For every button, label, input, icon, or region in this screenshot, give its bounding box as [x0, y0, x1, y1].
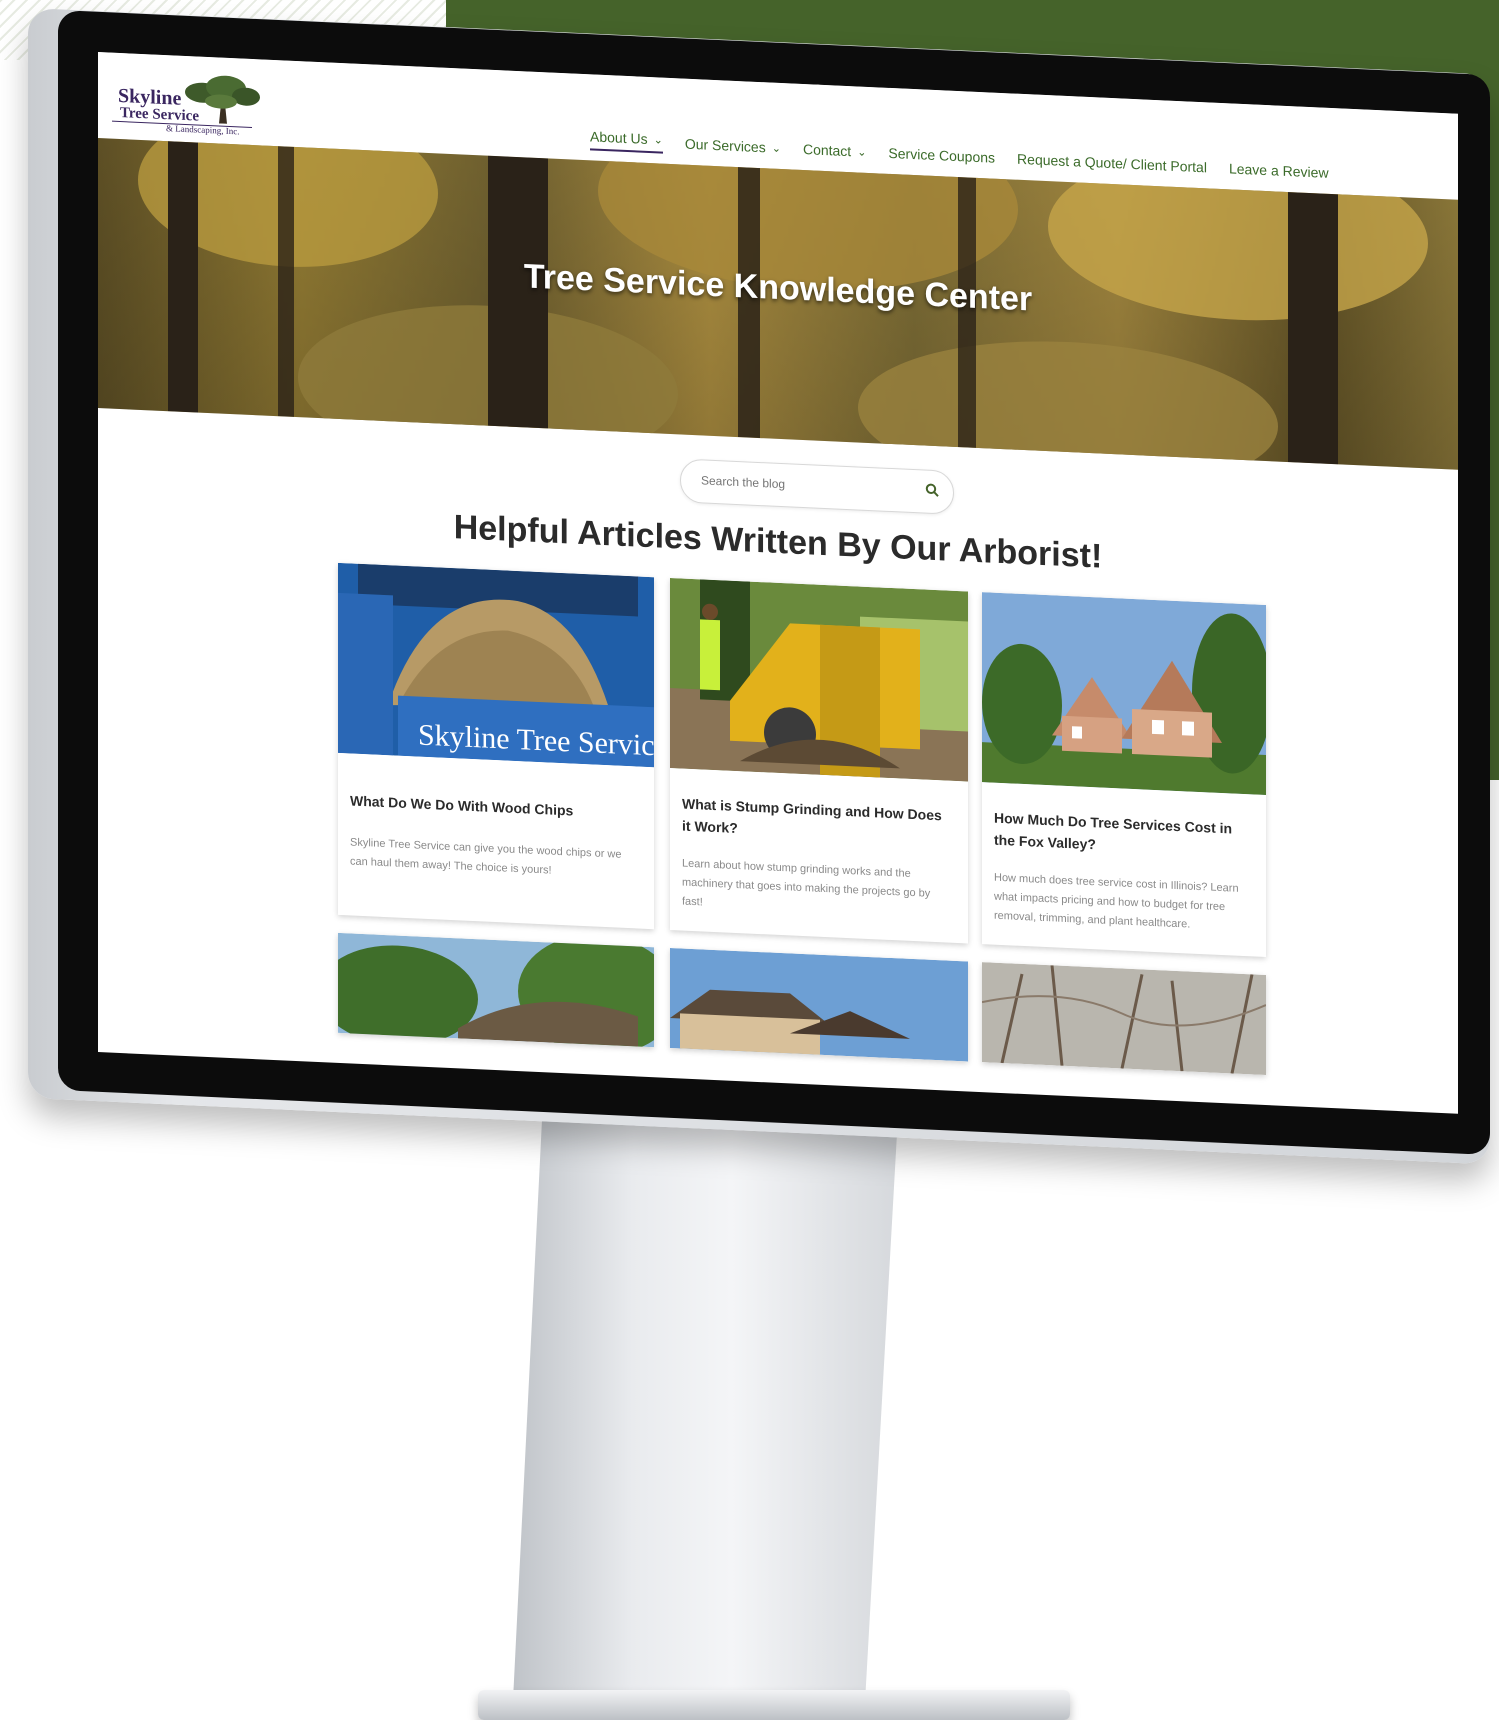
- article-card-image-partial[interactable]: [982, 962, 1266, 1076]
- card-title[interactable]: What is Stump Grinding and How Does it W…: [682, 793, 954, 849]
- card-image-wood-chips: Skyline Tree Service: [338, 562, 654, 768]
- article-card[interactable]: Skyline Tree Service What Do We Do With …: [338, 562, 654, 930]
- article-card-image-partial[interactable]: [338, 932, 654, 1048]
- section-title: Helpful Articles Written By Our Arborist…: [453, 508, 1103, 576]
- foliage-shape: [858, 332, 1278, 470]
- nav-our-services[interactable]: Our Services ⌄: [685, 133, 781, 159]
- chevron-down-icon: ⌄: [653, 133, 663, 147]
- article-card[interactable]: What is Stump Grinding and How Does it W…: [670, 577, 968, 944]
- card-title[interactable]: How Much Do Tree Services Cost in the Fo…: [994, 807, 1252, 863]
- search-input[interactable]: [699, 472, 903, 498]
- blog-search[interactable]: [680, 458, 954, 515]
- search-icon[interactable]: [925, 483, 939, 498]
- site-logo[interactable]: Skyline Tree Service & Landscaping, Inc.: [106, 62, 260, 136]
- nav-contact-label: Contact: [802, 141, 852, 160]
- nav-request-quote[interactable]: Request a Quote/ Client Portal: [1017, 148, 1207, 179]
- card-image-stump-grinding: [670, 577, 968, 782]
- nav-service-coupons[interactable]: Service Coupons: [888, 142, 995, 169]
- nav-about-us-label: About Us: [590, 128, 648, 147]
- nav-our-services-label: Our Services: [684, 135, 766, 156]
- chevron-down-icon: ⌄: [857, 145, 867, 159]
- logo-tagline: & Landscaping, Inc.: [166, 123, 240, 137]
- nav-leave-review[interactable]: Leave a Review: [1229, 157, 1329, 184]
- card-description: How much does tree service cost in Illin…: [994, 871, 1239, 931]
- article-card[interactable]: How Much Do Tree Services Cost in the Fo…: [982, 592, 1266, 958]
- monitor-screen: Skyline Tree Service & Landscaping, Inc.…: [98, 52, 1458, 1114]
- card-description: Learn about how stump grinding works and…: [682, 857, 931, 909]
- article-card-image-partial[interactable]: [670, 947, 968, 1062]
- card-description: Skyline Tree Service can give you the wo…: [350, 836, 622, 877]
- monitor-stand-base: [478, 1690, 1070, 1720]
- card-title[interactable]: What Do We Do With Wood Chips: [350, 789, 640, 824]
- nav-about-us[interactable]: About Us ⌄: [590, 128, 663, 154]
- nav-contact[interactable]: Contact ⌄: [803, 138, 866, 163]
- chevron-down-icon: ⌄: [771, 142, 781, 155]
- monitor-stand-neck: [512, 1080, 900, 1720]
- card-image-houses: [982, 592, 1266, 796]
